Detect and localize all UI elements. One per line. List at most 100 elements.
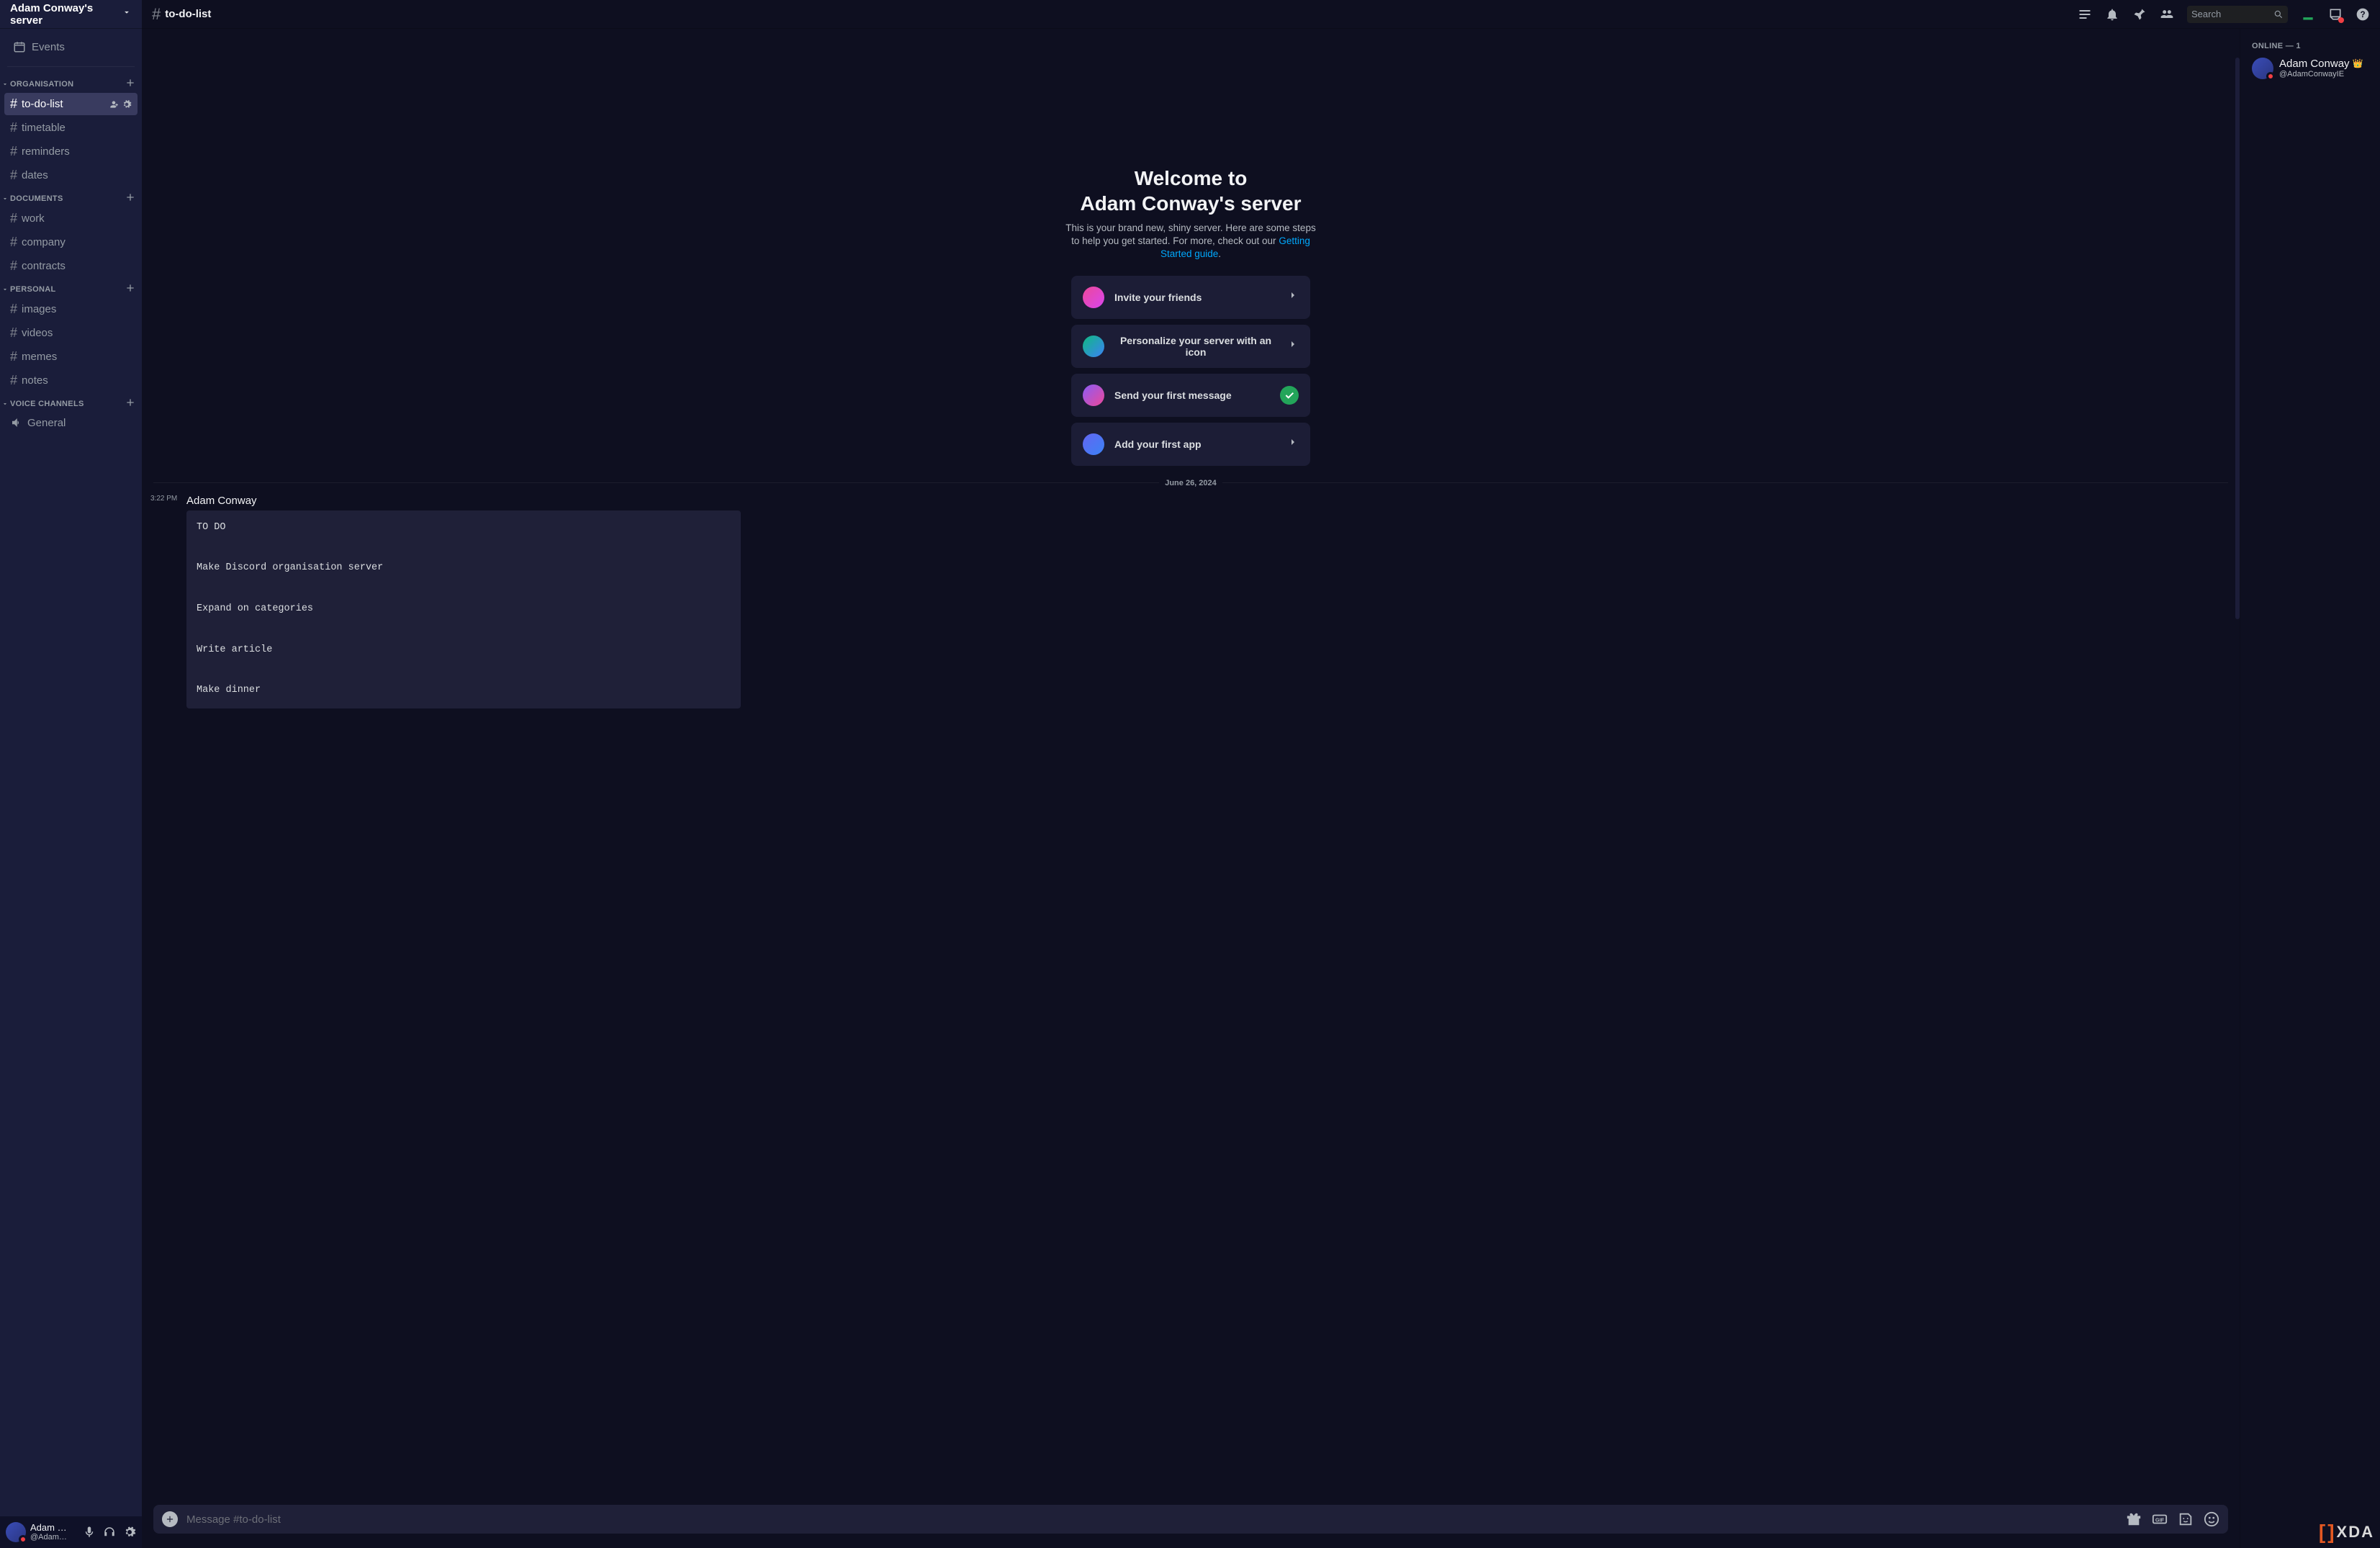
speaker-icon — [10, 416, 23, 429]
card-invite-friends[interactable]: Invite your friends — [1071, 276, 1310, 319]
server-header[interactable]: Adam Conway's server — [0, 0, 142, 29]
channel-sidebar: Adam Conway's server Events ORGANISATION… — [0, 0, 142, 1548]
hash-icon: # — [10, 235, 17, 250]
plus-icon[interactable] — [125, 397, 136, 410]
mic-icon[interactable] — [83, 1526, 96, 1539]
invite-icon — [1083, 287, 1104, 308]
message-author[interactable]: Adam Conway — [186, 495, 257, 507]
hash-icon: # — [10, 349, 17, 364]
channel-images[interactable]: #images — [4, 298, 138, 320]
hash-icon: # — [10, 211, 17, 226]
card-first-app[interactable]: Add your first app — [1071, 423, 1310, 466]
crown-icon: 👑 — [2353, 59, 2363, 69]
plus-icon[interactable] — [125, 77, 136, 91]
welcome-line1: Welcome to — [142, 166, 2240, 191]
card-first-message[interactable]: Send your first message — [1071, 374, 1310, 417]
notifications-icon[interactable] — [2105, 7, 2119, 22]
date-divider: June 26, 2024 — [153, 479, 2228, 487]
welcome-description: This is your brand new, shiny server. He… — [1061, 222, 1320, 261]
channel-dates[interactable]: #dates — [4, 164, 138, 186]
channel-notes[interactable]: #notes — [4, 369, 138, 392]
gear-icon[interactable] — [122, 99, 132, 109]
member-avatar — [2252, 58, 2273, 79]
card-personalize[interactable]: Personalize your server with an icon — [1071, 325, 1310, 368]
plus-icon[interactable] — [125, 282, 136, 296]
invite-icon[interactable] — [109, 99, 119, 109]
notification-badge — [2338, 17, 2344, 23]
channel-timetable[interactable]: #timetable — [4, 117, 138, 139]
category-voice[interactable]: VOICE CHANNELS — [0, 392, 142, 412]
channel-contracts[interactable]: #contracts — [4, 255, 138, 277]
hash-icon: # — [10, 325, 17, 341]
plus-icon[interactable] — [125, 192, 136, 205]
category-personal[interactable]: PERSONAL — [0, 278, 142, 297]
user-info[interactable]: Adam Con... @AdamCon... — [30, 1523, 72, 1542]
hash-icon: # — [10, 258, 17, 274]
hash-icon: # — [10, 373, 17, 388]
personalize-icon — [1083, 336, 1104, 357]
server-name: Adam Conway's server — [10, 2, 122, 27]
chevron-down-icon — [1, 81, 9, 88]
message-row: 3:22 PM Adam Conway TO DO Make Discord o… — [142, 492, 2240, 711]
svg-text:GIF: GIF — [2155, 1517, 2165, 1524]
chevron-right-icon — [1287, 338, 1299, 354]
gift-icon[interactable] — [2126, 1511, 2142, 1527]
headphones-icon[interactable] — [103, 1526, 116, 1539]
help-icon[interactable]: ? — [2356, 7, 2370, 22]
channel-memes[interactable]: #memes — [4, 346, 138, 368]
calendar-icon — [13, 40, 26, 53]
search-input[interactable]: Search — [2187, 6, 2288, 23]
welcome-block: Welcome to Adam Conway's server This is … — [142, 29, 2240, 466]
attach-button[interactable] — [162, 1511, 178, 1527]
message-input[interactable] — [186, 1513, 2117, 1526]
events-button[interactable]: Events — [6, 33, 136, 60]
voice-general[interactable]: General — [4, 413, 138, 433]
user-panel: Adam Con... @AdamCon... — [0, 1516, 142, 1548]
emoji-icon[interactable] — [2204, 1511, 2219, 1527]
hash-icon: # — [10, 302, 17, 317]
message-composer: GIF — [153, 1505, 2228, 1534]
members-icon[interactable] — [2160, 7, 2174, 22]
search-icon — [2273, 9, 2284, 19]
hash-icon: # — [10, 168, 17, 183]
channel-to-do-list[interactable]: # to-do-list — [4, 93, 138, 115]
xda-logo: [] XDA — [2319, 1521, 2374, 1544]
messages-column: Welcome to Adam Conway's server This is … — [142, 29, 2240, 1548]
chevron-right-icon — [1287, 289, 1299, 305]
chevron-right-icon — [1287, 436, 1299, 451]
welcome-line2: Adam Conway's server — [142, 191, 2240, 216]
divider — [7, 66, 135, 67]
threads-icon[interactable] — [2078, 7, 2092, 22]
status-dnd-icon — [2266, 72, 2275, 81]
main-area: # to-do-list Search ? Welcome to Adam Co… — [142, 0, 2380, 1548]
code-block: TO DO Make Discord organisation server E… — [186, 510, 741, 708]
members-heading: ONLINE — 1 — [2246, 42, 2374, 55]
category-organisation[interactable]: ORGANISATION — [0, 73, 142, 92]
app-icon — [1083, 433, 1104, 455]
pin-icon[interactable] — [2132, 7, 2147, 22]
members-column: ONLINE — 1 Adam Conway 👑 @AdamConwayIE — [2240, 29, 2380, 1548]
top-bar: # to-do-list Search ? — [142, 0, 2380, 29]
channel-title: # to-do-list — [152, 5, 211, 24]
inbox-icon[interactable] — [2328, 7, 2343, 22]
check-icon — [1280, 386, 1299, 405]
channel-work[interactable]: #work — [4, 207, 138, 230]
sticker-icon[interactable] — [2178, 1511, 2194, 1527]
gif-icon[interactable]: GIF — [2152, 1511, 2168, 1527]
channel-company[interactable]: #company — [4, 231, 138, 253]
category-documents[interactable]: DOCUMENTS — [0, 187, 142, 207]
scrollbar[interactable] — [2235, 29, 2240, 1548]
chevron-down-icon — [122, 7, 132, 21]
hash-icon: # — [10, 120, 17, 135]
chevron-down-icon — [1, 286, 9, 293]
channel-reminders[interactable]: #reminders — [4, 140, 138, 163]
download-icon[interactable] — [2301, 7, 2315, 22]
gear-icon[interactable] — [123, 1526, 136, 1539]
message-timestamp: 3:22 PM — [150, 495, 177, 503]
user-avatar[interactable] — [6, 1522, 26, 1542]
member-item[interactable]: Adam Conway 👑 @AdamConwayIE — [2246, 55, 2374, 82]
hash-icon: # — [152, 5, 161, 24]
channel-videos[interactable]: #videos — [4, 322, 138, 344]
events-label: Events — [32, 41, 65, 53]
status-dnd-icon — [19, 1535, 27, 1544]
